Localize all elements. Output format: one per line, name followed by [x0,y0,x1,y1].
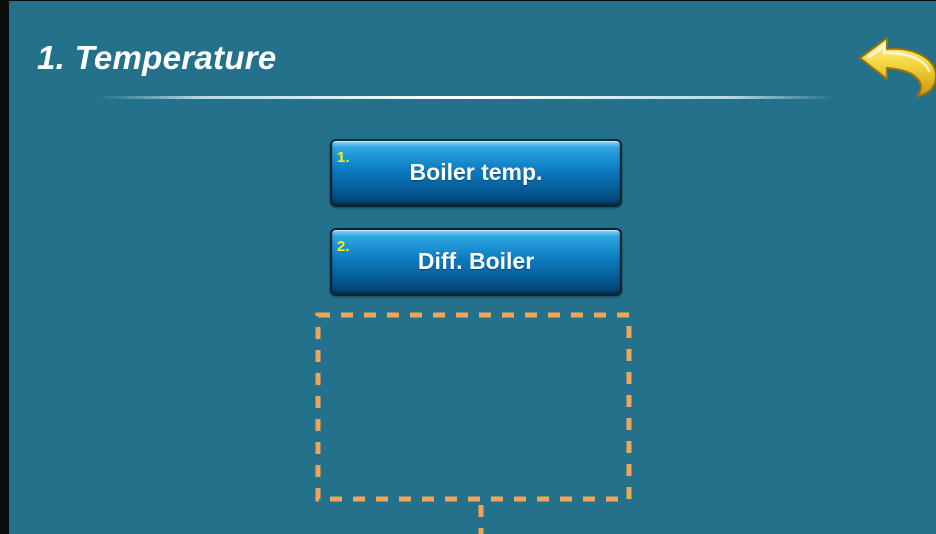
boiler-temp-button[interactable]: 1. Boiler temp. [330,139,622,207]
menu-item-label: Diff. Boiler [417,248,535,274]
diff-boiler-button[interactable]: 2. Diff. Boiler [330,228,622,296]
back-button[interactable] [857,34,936,98]
title-divider [99,96,834,99]
temperature-screen: 1. Temperature 1. Boiler temp. 2. Diff. … [0,0,936,534]
menu-item-label: Boiler temp. [409,159,543,185]
back-arrow-icon [859,37,936,97]
page-title: 1. Temperature [37,39,277,76]
empty-slot-outline [315,312,632,502]
dashed-connector [478,505,484,534]
